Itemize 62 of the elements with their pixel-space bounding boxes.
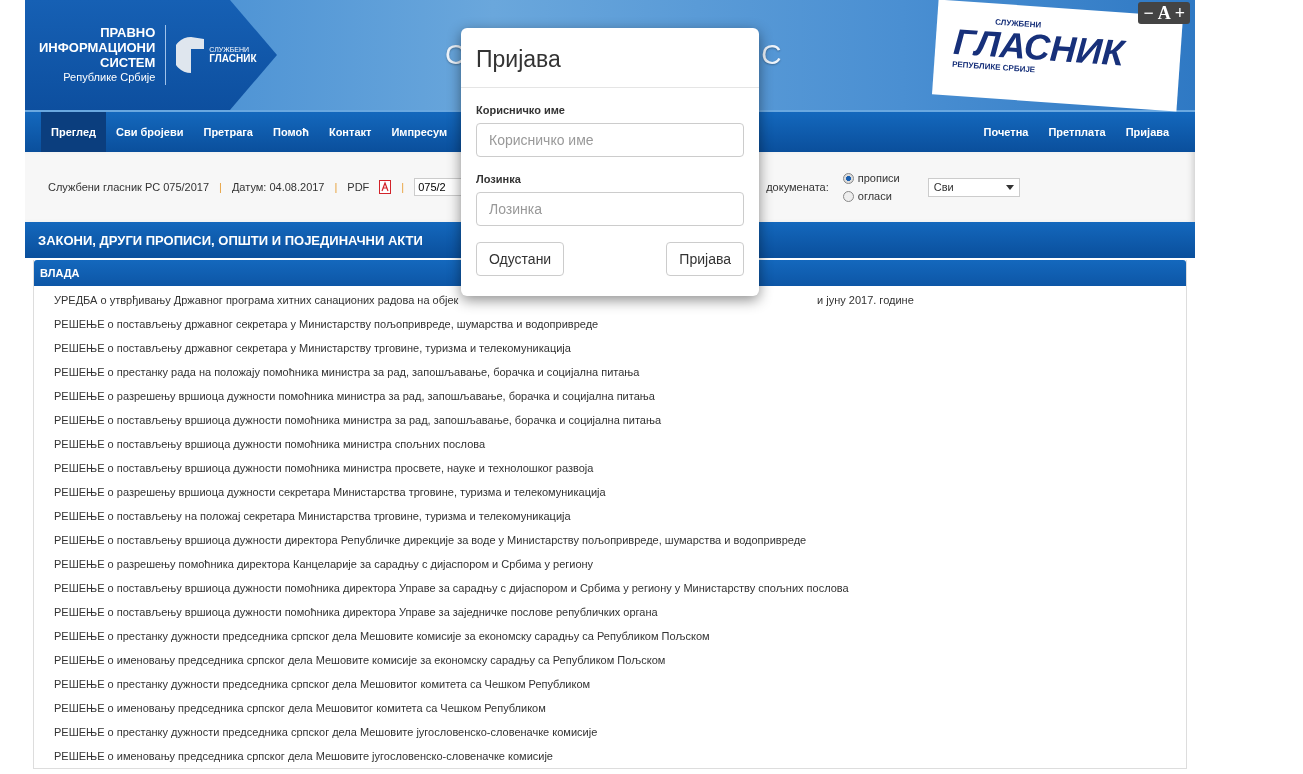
act-link[interactable]: РЕШЕЊЕ о постављењу вршиоца дужности помоћника министра за рад, запошљавање, борачка и социјална питања — [54, 414, 662, 426]
font-size-button[interactable]: + — [1172, 2, 1187, 24]
input-field[interactable]: Корисничко име — [476, 123, 744, 157]
logo-name: ГЛАСНИК — [209, 53, 257, 64]
act-link[interactable]: РЕШЕЊЕ о постављењу државног секретара у Министарству пољопривреде, шумарства и водопривреде — [54, 318, 599, 330]
paper-kicker: СЛУЖБЕНИ — [994, 17, 1042, 30]
system-subtitle: Републике Србије — [63, 70, 156, 85]
system-name: СИСТЕМ — [100, 55, 156, 70]
nav-link[interactable]: Помоћ — [263, 112, 319, 152]
act-link[interactable]: РЕШЕЊЕ о престанку дужности председника српског дела Мешовитог комитета са Чешком Републиком — [54, 678, 591, 690]
system-name: ПРАВНО — [100, 25, 156, 40]
field-label: Корисничко име — [476, 104, 566, 116]
act-link[interactable]: РЕШЕЊЕ о престанку дужности председника српског дела Мешовите комисије за економску сарадњу са Републиком Пољском — [54, 630, 710, 642]
separator: | — [219, 181, 222, 193]
act-link[interactable]: РЕШЕЊЕ о разрешењу вршиоца дужности секретара Министарства трговине, туризма и телекомуникација — [54, 486, 606, 498]
cancel-button[interactable]: Одустани — [476, 242, 565, 276]
doc-type-label: докумената: — [766, 181, 829, 193]
issue-name: Службени гласник РС 075/2017 — [48, 181, 210, 193]
act-link[interactable]: и јуну 2017. године — [817, 294, 914, 306]
nav-link[interactable]: Претрага — [193, 112, 263, 152]
radio-label: прописи — [857, 172, 900, 184]
site-title: С — [761, 39, 782, 71]
act-link[interactable]: РЕШЕЊЕ о постављењу државног секретара у Министарству трговине, туризма и телекомуникација — [54, 342, 571, 354]
act-link[interactable]: РЕШЕЊЕ о престанку рада на положају помоћника министра за рад, запошљавање, борачка и социјална питања — [54, 366, 640, 378]
act-link[interactable]: РЕШЕЊЕ о постављењу вршиоца дужности помоћника директора Управе за заједничке послове републичких органа — [54, 606, 658, 618]
nav-link[interactable]: Преглед — [41, 112, 106, 152]
font-size-button[interactable]: A — [1155, 2, 1173, 24]
radio-button[interactable] — [842, 172, 854, 184]
issue-date: Датум: 04.08.2017 — [231, 181, 325, 193]
separator: | — [334, 181, 338, 193]
act-link[interactable]: УРЕДБА о утврђивању Државног програма хитних санационих радова на објек — [54, 294, 459, 306]
act-link[interactable]: РЕШЕЊЕ о престанку дужности председника српског дела Мешовите југословенско-словеначке комисије — [54, 726, 598, 738]
font-size-button[interactable]: − — [1141, 2, 1156, 24]
nav-link[interactable]: Претплата — [1038, 112, 1116, 152]
radio-button[interactable] — [842, 190, 854, 202]
act-link[interactable]: РЕШЕЊЕ о именовању председника српског дела Мешовите комисије за економску сарадњу са Републиком Пољском — [54, 654, 666, 666]
nav-link[interactable]: Пријава — [1115, 112, 1179, 152]
pdf-icon[interactable] — [379, 180, 392, 194]
act-link[interactable]: РЕШЕЊЕ о постављењу вршиоца дужности помоћника министра спољних послова — [54, 438, 486, 450]
act-link[interactable]: РЕШЕЊЕ о постављењу вршиоца дужности помоћника директора Управе за сарадњу с дијаспором и Србима у региону у Министарству спољних послова — [54, 582, 849, 594]
nav-link[interactable]: Сви бројеви — [106, 112, 194, 152]
login-button[interactable]: Пријава — [666, 242, 744, 276]
pdf-label: PDF — [347, 181, 370, 193]
input-field[interactable]: Лозинка — [476, 192, 744, 226]
act-link[interactable]: РЕШЕЊЕ о постављењу вршиоца дужности помоћника министра просвете, науке и технолошког развоја — [54, 462, 594, 474]
act-link[interactable]: РЕШЕЊЕ о постављењу вршиоца дужности директора Републичке дирекције за воде у Министарству пољопривреде, шумарства и водопривреде — [54, 534, 807, 546]
act-link[interactable]: РЕШЕЊЕ о именовању председника српског дела Мешовите југословенско-словеначке комисије — [54, 750, 553, 762]
nav-link[interactable]: Импресум — [381, 112, 457, 152]
logo-icon — [176, 35, 207, 75]
system-name: ИНФОРМАЦИОНИ — [39, 40, 156, 55]
act-link[interactable]: РЕШЕЊЕ о именовању председника српског дела Мешовитог комитета са Чешком Републиком — [54, 702, 546, 714]
dialog-title: Пријава — [476, 46, 562, 73]
act-link[interactable]: РЕШЕЊЕ о разрешењу вршиоца дужности помоћника министра за рад, запошљавање, борачка и социјална питања — [54, 390, 655, 402]
field-label: Лозинка — [476, 173, 522, 185]
separator: | — [401, 181, 405, 193]
radio-label: огласи — [857, 190, 892, 202]
caret-icon — [1005, 184, 1014, 190]
filter-select[interactable]: Сви — [927, 177, 1020, 197]
act-link[interactable]: РЕШЕЊЕ о постављењу на положај секретара Министарства трговине, туризма и телекомуникација — [54, 510, 571, 522]
act-link[interactable]: РЕШЕЊЕ о разрешењу помоћника директора Канцеларије за сарадњу с дијаспором и Србима у региону — [54, 558, 594, 570]
nav-link[interactable]: Контакт — [318, 112, 382, 152]
nav-link[interactable]: Почетна — [973, 112, 1039, 152]
